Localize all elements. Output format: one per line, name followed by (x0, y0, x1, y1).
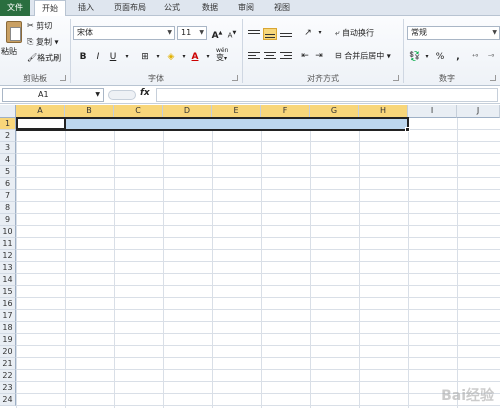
tab-formulas[interactable]: 公式 (158, 0, 186, 16)
row-header[interactable]: 3 (0, 142, 16, 154)
chevron-down-icon: ▼ (95, 91, 100, 98)
row-header[interactable]: 9 (0, 214, 16, 226)
row-header[interactable]: 12 (0, 250, 16, 262)
comma-style-button[interactable]: , (451, 50, 465, 64)
insert-function-button[interactable]: fx (140, 88, 150, 98)
row-header[interactable]: 4 (0, 154, 16, 166)
row-header[interactable]: 7 (0, 190, 16, 202)
row-header[interactable]: 19 (0, 334, 16, 346)
font-color-dropdown-arrow[interactable]: ▾ (201, 50, 215, 64)
row-header[interactable]: 23 (0, 382, 16, 394)
chevron-down-icon: ▼ (492, 29, 497, 36)
grow-font-button[interactable]: A▲ (210, 26, 224, 41)
font-color-button[interactable]: A (188, 50, 202, 64)
underline-button[interactable]: U (106, 50, 120, 64)
alignment-dialog-launcher[interactable] (393, 75, 399, 81)
font-size-dropdown[interactable]: 11 ▼ (177, 26, 207, 40)
select-all-corner[interactable] (0, 105, 16, 118)
ribbon-home: 粘贴 ✂ 剪切 ⎘ 复制 ▾ 🖌格式刷 剪贴板 宋体 ▼ 11 ▼ A▲ A▼ B … (0, 16, 500, 86)
italic-button[interactable]: I (91, 50, 105, 64)
row-header[interactable]: 15 (0, 286, 16, 298)
bold-button[interactable]: B (76, 50, 90, 64)
cut-button[interactable]: ✂ 剪切 (27, 20, 52, 33)
row-header[interactable]: 22 (0, 370, 16, 382)
wrap-text-icon: ⤶ (335, 28, 340, 37)
shrink-font-button[interactable]: A▼ (225, 26, 239, 40)
row-header[interactable]: 11 (0, 238, 16, 250)
row-header[interactable]: 24 (0, 394, 16, 406)
phonetic-button[interactable]: wén 变▾ (216, 47, 228, 62)
chevron-down-icon: ▼ (199, 29, 204, 36)
brush-icon: 🖌 (27, 53, 38, 62)
tab-file[interactable]: 文件 (0, 0, 30, 16)
formula-input[interactable] (156, 88, 498, 102)
decrease-indent-icon[interactable]: ⇤ (298, 49, 312, 63)
row-header[interactable]: 20 (0, 346, 16, 358)
merge-center-button[interactable]: ⊟ 合并后居中 ▾ (335, 50, 391, 63)
fill-color-icon[interactable]: ◈ (164, 50, 178, 64)
ribbon-tab-bar: 文件 开始 插入 页面布局 公式 数据 审阅 视图 (0, 0, 500, 17)
chevron-down-icon: ▼ (167, 29, 172, 36)
paste-button[interactable] (2, 19, 24, 69)
font-dialog-launcher[interactable] (232, 75, 238, 81)
underline-dropdown-arrow[interactable]: ▾ (120, 50, 134, 64)
tab-review[interactable]: 审阅 (232, 0, 260, 16)
copy-icon: ⎘ (27, 37, 34, 46)
row-header[interactable]: 8 (0, 202, 16, 214)
fill-handle[interactable] (405, 127, 410, 132)
currency-dropdown-arrow[interactable]: ▾ (420, 50, 434, 64)
orientation-dropdown-arrow[interactable]: ▾ (313, 26, 327, 40)
selection-border (16, 117, 409, 131)
number-format-dropdown[interactable]: 常规 ▼ (407, 26, 500, 40)
column-header-j[interactable]: J (457, 105, 500, 118)
format-painter-button[interactable]: 🖌格式刷 (27, 52, 61, 65)
column-header-i[interactable]: I (408, 105, 457, 118)
row-header[interactable]: 18 (0, 322, 16, 334)
number-dialog-launcher[interactable] (490, 75, 496, 81)
borders-dropdown-arrow[interactable]: ▾ (151, 50, 165, 64)
watermark: Bai经验 (441, 388, 494, 404)
row-header[interactable]: 10 (0, 226, 16, 238)
name-box[interactable]: A1 ▼ (2, 88, 104, 102)
align-left-icon[interactable] (247, 50, 261, 62)
top-align-icon[interactable] (247, 28, 261, 40)
tab-home[interactable]: 开始 (34, 0, 66, 17)
scissors-icon: ✂ (27, 21, 34, 30)
wrap-text-button[interactable]: ⤶ 自动换行 (335, 27, 374, 40)
number-group-label: 数字 (439, 74, 455, 83)
increase-indent-icon[interactable]: ⇥ (312, 49, 326, 63)
percent-button[interactable]: % (433, 50, 447, 64)
middle-align-icon[interactable] (263, 28, 277, 40)
formula-controls (108, 90, 136, 100)
decrease-decimal-icon[interactable]: ⁻⁰ (484, 50, 498, 64)
row-header[interactable]: 1 (0, 118, 16, 130)
borders-icon[interactable]: ⊞ (138, 50, 152, 64)
row-header[interactable]: 21 (0, 358, 16, 370)
tab-data[interactable]: 数据 (196, 0, 224, 16)
align-right-icon[interactable] (279, 50, 293, 62)
bottom-align-icon[interactable] (279, 28, 293, 40)
alignment-group-label: 对齐方式 (307, 74, 339, 83)
clipboard-dialog-launcher[interactable] (60, 75, 66, 81)
align-center-icon[interactable] (263, 50, 277, 62)
increase-decimal-icon[interactable]: ⁺⁰ (468, 50, 482, 64)
row-header[interactable]: 14 (0, 274, 16, 286)
row-header[interactable]: 2 (0, 130, 16, 142)
tab-page-layout[interactable]: 页面布局 (108, 0, 152, 16)
row-header[interactable]: 16 (0, 298, 16, 310)
formula-bar: A1 ▼ fx (0, 87, 500, 104)
merge-icon: ⊟ (335, 51, 342, 60)
font-name-dropdown[interactable]: 宋体 ▼ (73, 26, 175, 40)
row-header[interactable]: 17 (0, 310, 16, 322)
paste-label[interactable]: 粘贴 (1, 46, 17, 58)
worksheet-grid[interactable] (16, 118, 500, 408)
row-header[interactable]: 6 (0, 178, 16, 190)
tab-view[interactable]: 视图 (268, 0, 296, 16)
tab-insert[interactable]: 插入 (72, 0, 100, 16)
row-header[interactable]: 13 (0, 262, 16, 274)
row-header[interactable]: 5 (0, 166, 16, 178)
copy-button[interactable]: ⎘ 复制 ▾ (27, 36, 59, 49)
font-group-label: 字体 (148, 74, 164, 83)
